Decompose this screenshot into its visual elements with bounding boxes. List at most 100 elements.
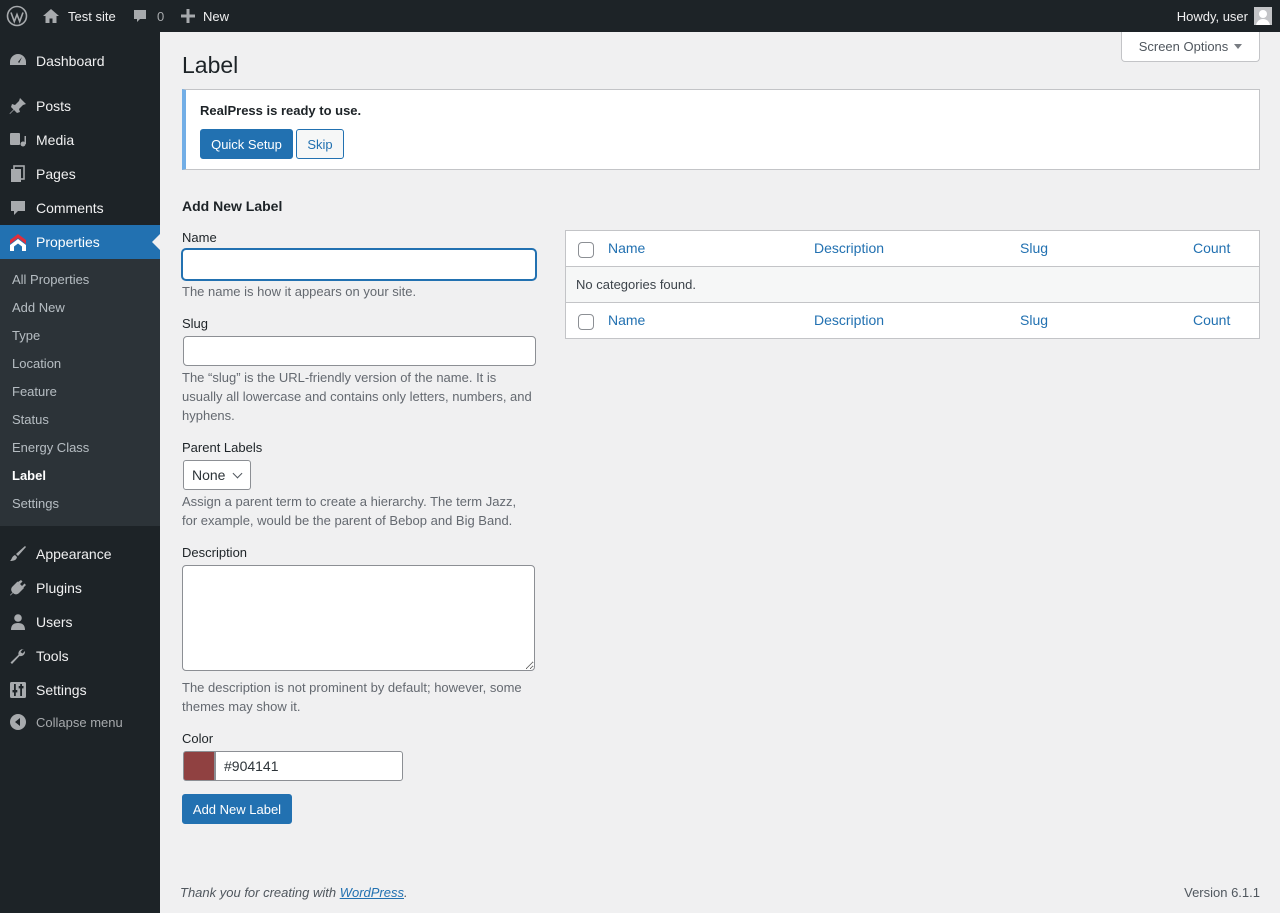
- submenu-type[interactable]: Type: [12, 328, 40, 343]
- skip-button[interactable]: Skip: [296, 129, 344, 159]
- comments-icon: [0, 191, 36, 225]
- parent-labels-label: Parent Labels: [182, 440, 263, 455]
- submenu-location[interactable]: Location: [12, 356, 61, 371]
- column-name[interactable]: Name: [608, 240, 645, 256]
- quick-setup-button[interactable]: Quick Setup: [200, 129, 293, 159]
- menu-label-settings: Settings: [36, 682, 87, 698]
- description-textarea[interactable]: [182, 565, 535, 671]
- menu-label-posts: Posts: [36, 98, 72, 114]
- menu-item-users[interactable]: Users: [0, 605, 160, 639]
- table-footer-row: Name Description Slug Count: [566, 303, 1259, 339]
- submenu-all-properties[interactable]: All Properties: [12, 272, 89, 287]
- avatar: [1254, 7, 1272, 25]
- menu-label-users: Users: [36, 614, 73, 630]
- description-help: The description is not prominent by defa…: [182, 680, 522, 714]
- column-description[interactable]: Description: [814, 240, 884, 256]
- wordpress-logo-icon[interactable]: [6, 0, 28, 32]
- parent-select[interactable]: None: [183, 460, 251, 490]
- plug-icon: [0, 571, 36, 605]
- column-name-footer[interactable]: Name: [608, 312, 645, 328]
- labels-table: Name Description Slug Count No categorie…: [565, 230, 1260, 339]
- menu-item-settings[interactable]: Settings: [0, 673, 160, 707]
- comment-bubble-icon: [134, 10, 146, 22]
- dashboard-icon: [0, 44, 36, 78]
- pages-icon: [0, 157, 36, 191]
- column-count-footer[interactable]: Count: [1193, 312, 1230, 328]
- submenu-settings[interactable]: Settings: [12, 496, 59, 511]
- menu-item-plugins[interactable]: Plugins: [0, 571, 160, 605]
- menu-label-plugins: Plugins: [36, 580, 82, 596]
- name-input[interactable]: [182, 249, 536, 280]
- menu-label-properties: Properties: [36, 234, 100, 250]
- column-count[interactable]: Count: [1193, 240, 1230, 256]
- caret-down-icon: [1234, 44, 1243, 49]
- pushpin-icon: [0, 89, 36, 123]
- admin-sidebar: Dashboard Posts Media Pages Comments Pro…: [0, 32, 160, 913]
- column-description-footer[interactable]: Description: [814, 312, 884, 328]
- menu-label-tools: Tools: [36, 648, 69, 664]
- table-header-row: Name Description Slug Count: [566, 231, 1259, 267]
- user-icon: [0, 605, 36, 639]
- screen-options-button[interactable]: Screen Options: [1121, 32, 1260, 62]
- realpress-logo-icon: [0, 225, 36, 259]
- color-label: Color: [182, 731, 214, 746]
- menu-label-appearance: Appearance: [36, 546, 112, 562]
- home-icon: [43, 9, 59, 23]
- footer-thanks: Thank you for creating with WordPress.: [180, 885, 408, 900]
- slug-help: The “slug” is the URL-friendly version o…: [182, 370, 532, 423]
- collapse-menu-label: Collapse menu: [36, 714, 123, 730]
- select-all-checkbox[interactable]: [578, 242, 594, 258]
- parent-help: Assign a parent term to create a hierarc…: [182, 494, 517, 528]
- slug-label: Slug: [182, 316, 209, 331]
- menu-item-comments[interactable]: Comments: [0, 191, 160, 225]
- footer-thanks-prefix: Thank you for creating with: [180, 885, 340, 900]
- howdy-text: Howdy, user: [1176, 8, 1248, 24]
- new-content-link[interactable]: New: [181, 0, 229, 32]
- footer-thanks-suffix: .: [404, 885, 408, 900]
- notice-text: RealPress is ready to use.: [200, 103, 362, 118]
- menu-item-pages[interactable]: Pages: [0, 157, 160, 191]
- menu-item-posts[interactable]: Posts: [0, 89, 160, 123]
- column-slug-footer[interactable]: Slug: [1020, 312, 1048, 328]
- submenu-feature[interactable]: Feature: [12, 384, 57, 399]
- paintbrush-icon: [0, 537, 36, 571]
- menu-label-pages: Pages: [36, 166, 76, 182]
- page-title: Label: [182, 52, 239, 78]
- menu-item-dashboard[interactable]: Dashboard: [0, 44, 160, 78]
- select-all-checkbox-footer[interactable]: [578, 314, 594, 330]
- site-name: Test site: [68, 8, 116, 24]
- color-hex-input[interactable]: #904141: [215, 751, 403, 781]
- name-help: The name is how it appears on your site.: [182, 284, 417, 299]
- add-new-label-button[interactable]: Add New Label: [182, 794, 292, 824]
- plus-icon: [181, 9, 195, 23]
- submenu-status[interactable]: Status: [12, 412, 49, 427]
- account-menu[interactable]: Howdy, user: [1177, 0, 1272, 32]
- menu-item-tools[interactable]: Tools: [0, 639, 160, 673]
- empty-message: No categories found.: [576, 277, 696, 292]
- properties-submenu: All Properties Add New Type Location Fea…: [0, 259, 160, 526]
- media-icon: [0, 123, 36, 157]
- name-label: Name: [182, 230, 217, 245]
- chevron-down-icon: [232, 468, 243, 479]
- menu-item-properties[interactable]: Properties: [0, 225, 160, 259]
- new-label: New: [203, 8, 230, 24]
- comments-link[interactable]: 0: [132, 0, 164, 32]
- collapse-arrow-icon: [0, 705, 36, 739]
- description-label: Description: [182, 545, 248, 560]
- submenu-add-new[interactable]: Add New: [12, 300, 65, 315]
- parent-select-value: None: [192, 467, 226, 483]
- slug-input[interactable]: [183, 336, 536, 366]
- menu-item-media[interactable]: Media: [0, 123, 160, 157]
- submenu-label[interactable]: Label: [12, 468, 46, 483]
- comments-count: 0: [157, 8, 165, 24]
- wrench-icon: [0, 639, 36, 673]
- color-swatch[interactable]: [183, 751, 215, 781]
- menu-item-appearance[interactable]: Appearance: [0, 537, 160, 571]
- wordpress-link[interactable]: WordPress: [340, 885, 404, 900]
- footer-version: Version 6.1.1: [1184, 885, 1260, 900]
- collapse-menu-button[interactable]: Collapse menu: [0, 705, 160, 739]
- submenu-energy-class[interactable]: Energy Class: [12, 440, 89, 455]
- column-slug[interactable]: Slug: [1020, 240, 1048, 256]
- color-picker: #904141: [182, 751, 403, 781]
- site-name-link[interactable]: Test site: [42, 0, 116, 32]
